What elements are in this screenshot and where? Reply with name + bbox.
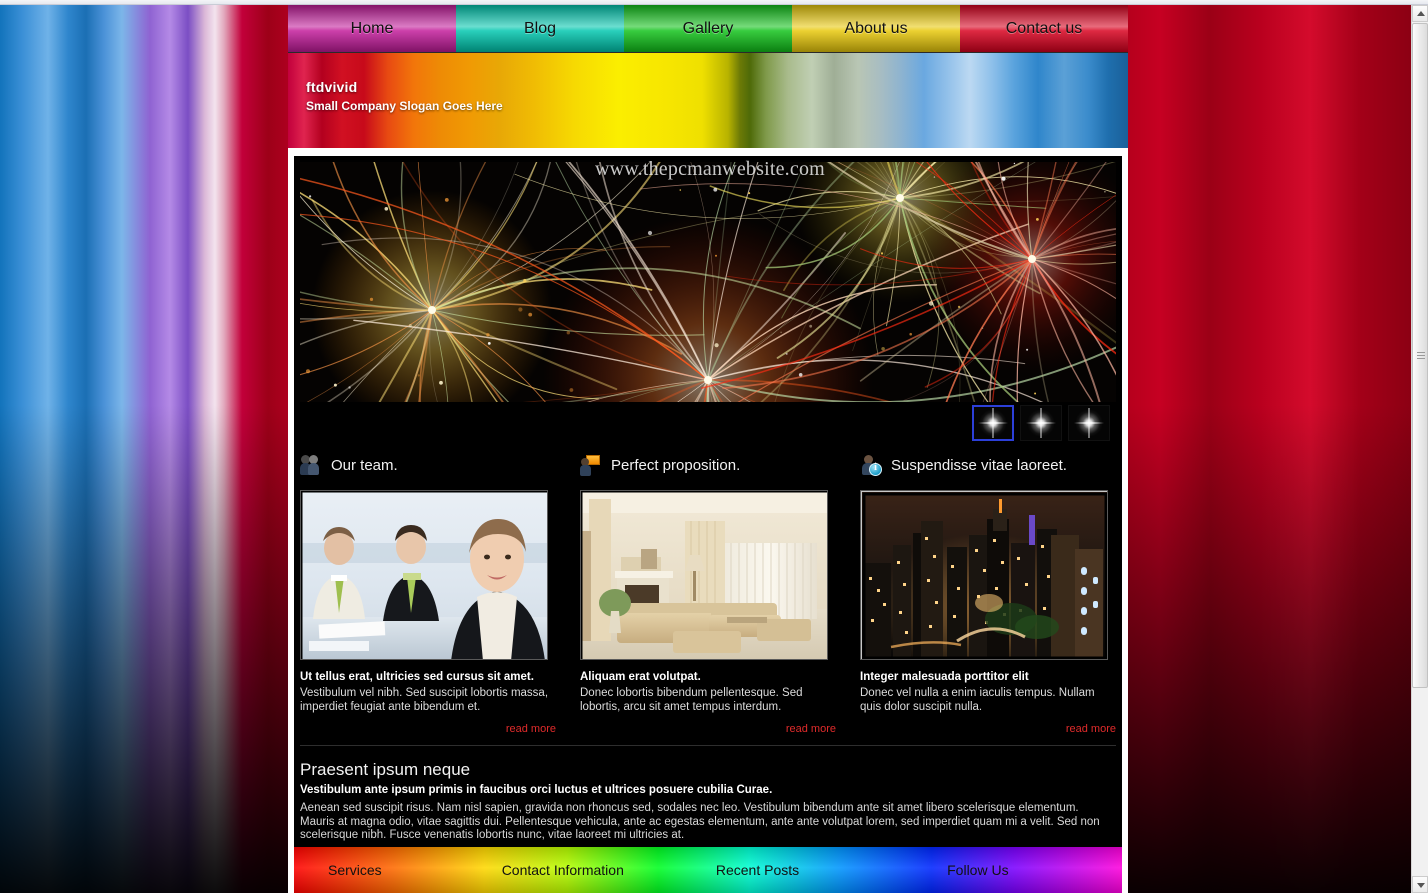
feature-column-2-header: Perfect proposition. [580, 450, 836, 480]
nav-item-contact-us[interactable]: Contact us [960, 5, 1128, 52]
nav-label-gallery: Gallery [682, 19, 734, 37]
night-cityscape-photo [861, 491, 1107, 659]
scrollbar-thumb[interactable] [1412, 23, 1428, 688]
feature-column-3-body: Donec vel nulla a enim iaculis tempus. N… [860, 687, 1095, 713]
person-folder-icon [580, 454, 602, 476]
feature-column-1: Our team. Ut tellus erat, ultricies sed … [300, 450, 556, 735]
star-icon [1074, 408, 1104, 438]
fractal-artwork [300, 162, 1116, 402]
nav-label-blog: Blog [523, 19, 557, 37]
star-icon [1026, 408, 1056, 438]
footer-column-recent-posts[interactable]: Recent Posts [716, 862, 799, 878]
main-content-wrapper: www.thepcmanwebsite.com Our team. Ut tel… [288, 148, 1128, 893]
nav-item-blog[interactable]: Blog [456, 5, 624, 52]
star-icon [978, 408, 1008, 438]
feature-column-1-body: Vestibulum vel nibh. Sed suscipit lobort… [300, 687, 549, 713]
scroll-up-arrow-icon[interactable] [1412, 5, 1428, 22]
feature-column-3-read-more[interactable]: read more [860, 723, 1116, 735]
footer-column-contact-information[interactable]: Contact Information [502, 862, 624, 878]
feature-column-3-text: Integer malesuada porttitor elit Donec v… [860, 671, 1116, 714]
slider-thumb-1[interactable] [972, 405, 1014, 441]
person-info-icon [860, 454, 882, 476]
article-lead: Vestibulum ante ipsum primis in faucibus… [300, 784, 773, 796]
feature-column-1-read-more[interactable]: read more [300, 723, 556, 735]
browser-viewport: Home Blog Gallery About us Contact us ft… [0, 0, 1428, 893]
vertical-scrollbar[interactable] [1411, 5, 1428, 893]
footer-column-services[interactable]: Services [328, 862, 382, 878]
main-navigation: Home Blog Gallery About us Contact us [288, 5, 1128, 53]
logo-title: ftdvivid [306, 79, 358, 95]
feature-column-1-text: Ut tellus erat, ultricies sed cursus sit… [300, 671, 556, 714]
slider-thumbnail-bar [300, 402, 1116, 444]
website-container: Home Blog Gallery About us Contact us ft… [288, 5, 1128, 893]
living-room-interior-photo [581, 491, 827, 659]
browser-chrome-top [0, 0, 1428, 5]
feature-column-3: Suspendisse vitae laoreet. [860, 450, 1116, 735]
site-logo[interactable]: ftdvivid Small Company Slogan Goes Here [306, 79, 503, 113]
nav-item-home[interactable]: Home [288, 5, 456, 52]
nav-label-contact-us: Contact us [1005, 19, 1083, 37]
main-content: www.thepcmanwebsite.com Our team. Ut tel… [294, 156, 1122, 893]
logo-slogan: Small Company Slogan Goes Here [306, 99, 503, 113]
slider-thumbnails [972, 405, 1110, 441]
feature-column-2-image[interactable] [580, 490, 828, 660]
feature-column-2-heading: Perfect proposition. [611, 456, 741, 474]
scrollbar-grip-icon [1417, 351, 1425, 360]
site-header-banner: ftdvivid Small Company Slogan Goes Here [288, 53, 1128, 148]
two-people-icon [300, 454, 322, 476]
article-heading: Praesent ipsum neque [300, 760, 471, 779]
feature-column-1-heading: Our team. [331, 456, 398, 474]
business-team-photo [301, 491, 547, 659]
feature-column-2-read-more[interactable]: read more [580, 723, 836, 735]
feature-column-3-header: Suspendisse vitae laoreet. [860, 450, 1116, 480]
feature-column-3-image[interactable] [860, 490, 1108, 660]
nav-label-about-us: About us [844, 19, 908, 37]
feature-column-3-heading: Suspendisse vitae laoreet. [891, 456, 1067, 474]
feature-column-2-title: Aliquam erat volutpat. [580, 671, 701, 683]
hero-slider[interactable] [300, 162, 1116, 402]
article-body: Aenean sed suscipit risus. Nam nisl sapi… [300, 802, 1100, 841]
feature-column-1-header: Our team. [300, 450, 556, 480]
footer-column-follow-us[interactable]: Follow Us [947, 862, 1008, 878]
hero-slide-image [300, 162, 1116, 402]
nav-label-home: Home [350, 19, 394, 37]
site-footer: Services Contact Information Recent Post… [294, 846, 1122, 893]
feature-column-1-image[interactable] [300, 490, 548, 660]
nav-item-gallery[interactable]: Gallery [624, 5, 792, 52]
feature-column-2: Perfect proposition. Aliquam erat volutp… [580, 450, 836, 735]
feature-column-2-text: Aliquam erat volutpat. Donec lobortis bi… [580, 671, 836, 714]
scroll-down-arrow-icon[interactable] [1412, 876, 1428, 893]
nav-item-about-us[interactable]: About us [792, 5, 960, 52]
feature-column-1-title: Ut tellus erat, ultricies sed cursus sit… [300, 671, 534, 683]
slider-thumb-2[interactable] [1020, 405, 1062, 441]
feature-column-3-title: Integer malesuada porttitor elit [860, 671, 1029, 683]
slider-thumb-3[interactable] [1068, 405, 1110, 441]
feature-column-2-body: Donec lobortis bibendum pellentesque. Se… [580, 687, 803, 713]
feature-columns: Our team. Ut tellus erat, ultricies sed … [300, 450, 1116, 746]
